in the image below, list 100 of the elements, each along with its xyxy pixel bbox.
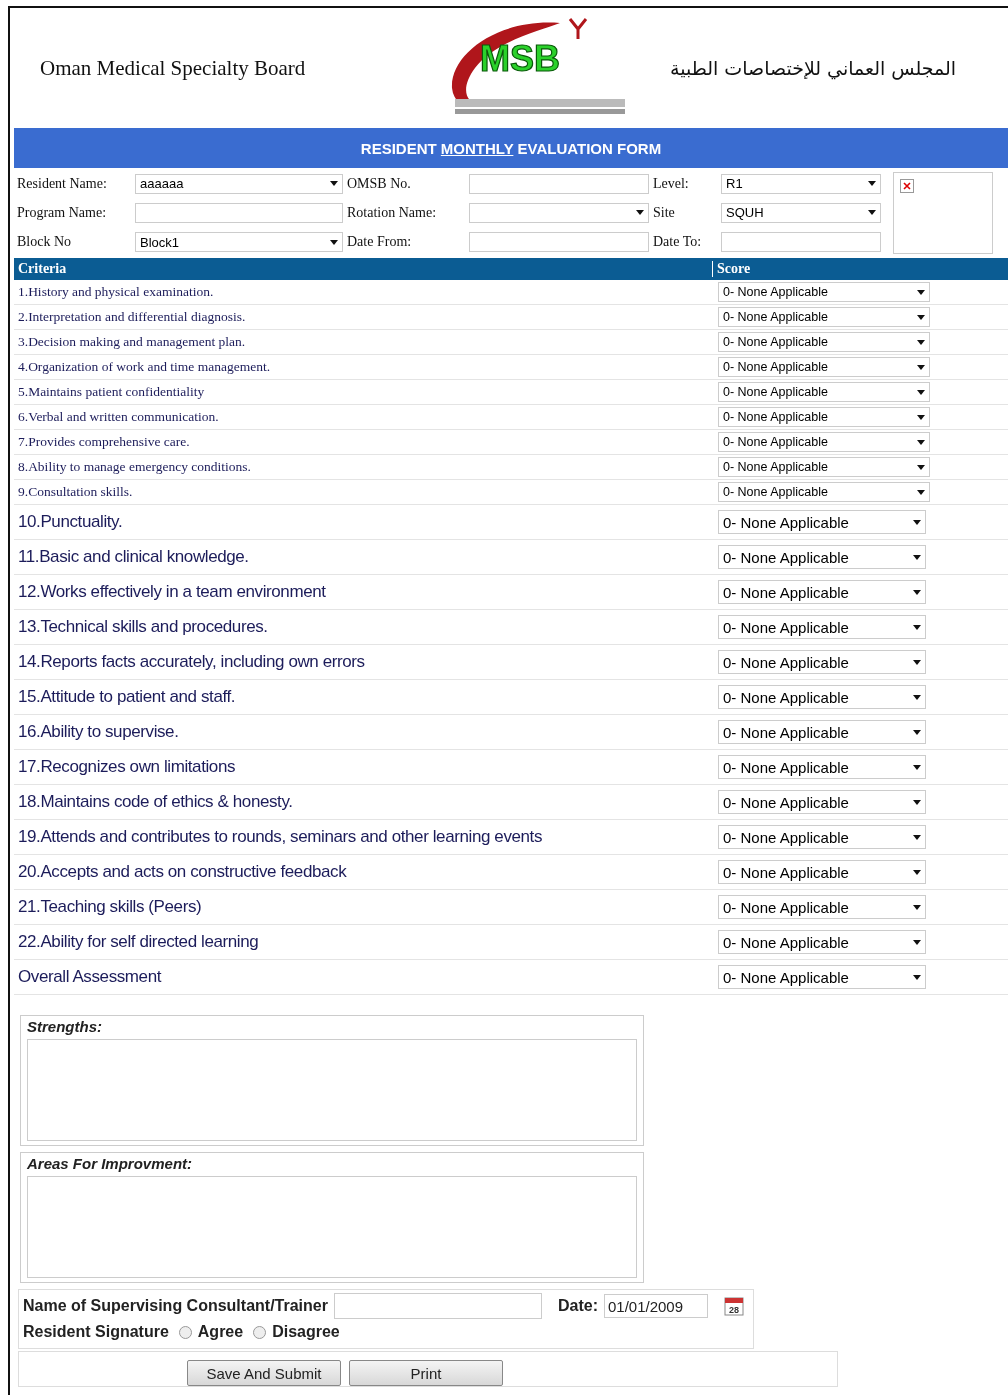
dropdown-arrow-icon — [917, 389, 925, 395]
score-dropdown[interactable]: 0- None Applicable — [718, 755, 926, 779]
text-field[interactable] — [469, 232, 649, 253]
score-dropdown[interactable]: 0- None Applicable — [718, 965, 926, 989]
criterion-text: 5.Maintains patient confidentiality — [17, 384, 206, 400]
dropdown-arrow-icon — [636, 210, 644, 216]
calendar-icon[interactable]: 28 — [723, 1296, 744, 1316]
field-label: Resident Name: — [17, 175, 108, 192]
text-field[interactable] — [469, 173, 649, 194]
dropdown-arrow-icon — [917, 339, 925, 345]
score-dropdown[interactable]: 0- None Applicable — [718, 332, 930, 352]
dropdown-arrow-icon — [917, 464, 925, 470]
dropdown-arrow-icon — [913, 904, 921, 910]
criterion-text: 3.Decision making and management plan. — [17, 334, 247, 350]
criterion-text: 18.Maintains code of ethics & honesty. — [17, 792, 294, 812]
supervisor-label: Name of Supervising Consultant/Trainer — [23, 1297, 328, 1315]
criterion-text: 21.Teaching skills (Peers) — [17, 897, 203, 917]
score-dropdown[interactable]: 0- None Applicable — [718, 482, 930, 502]
score-dropdown[interactable]: 0- None Applicable — [718, 685, 926, 709]
dropdown-arrow-icon — [917, 314, 925, 320]
field-label: Program Name: — [17, 205, 108, 221]
comment-label: Areas For Improvment: — [27, 1155, 193, 1172]
dropdown-arrow-icon — [913, 694, 921, 700]
score-dropdown[interactable]: 0- None Applicable — [718, 357, 930, 377]
comment-label: Strengths: — [27, 1018, 102, 1035]
criterion-text: 1.History and physical examination. — [17, 284, 215, 300]
text-field[interactable] — [135, 203, 343, 223]
dropdown[interactable]: Block1 — [135, 232, 343, 253]
dropdown-arrow-icon — [913, 659, 921, 665]
dropdown-arrow-icon — [330, 239, 338, 245]
criterion-text: 22.Ability for self directed learning — [17, 932, 260, 952]
text-field[interactable] — [721, 232, 881, 253]
score-dropdown[interactable]: 0- None Applicable — [718, 457, 930, 477]
form-button[interactable]: Print — [349, 1360, 503, 1386]
criterion-text: 6.Verbal and written communication. — [17, 409, 220, 425]
dropdown-arrow-icon — [917, 289, 925, 295]
criterion-text: 16.Ability to supervise. — [17, 722, 180, 742]
score-dropdown[interactable]: 0- None Applicable — [718, 580, 926, 604]
score-dropdown[interactable]: 0- None Applicable — [718, 545, 926, 569]
field-label: Site — [653, 205, 676, 221]
broken-image-icon — [900, 179, 914, 193]
score-dropdown[interactable]: 0- None Applicable — [718, 510, 926, 534]
score-dropdown[interactable]: 0- None Applicable — [718, 615, 926, 639]
score-dropdown[interactable]: 0- None Applicable — [718, 930, 926, 954]
dropdown-arrow-icon — [330, 181, 338, 187]
dropdown-arrow-icon — [913, 939, 921, 945]
score-dropdown[interactable]: 0- None Applicable — [718, 407, 930, 427]
dropdown[interactable]: SQUH — [721, 203, 881, 223]
dropdown-arrow-icon — [917, 439, 925, 445]
criterion-text: 20.Accepts and acts on constructive feedback — [17, 862, 348, 882]
supervisor-name-field[interactable] — [333, 1293, 542, 1319]
criterion-text: 10.Punctuality. — [17, 512, 124, 532]
date-field[interactable]: 01/01/2009 — [603, 1294, 708, 1318]
comment-textarea[interactable] — [27, 1176, 637, 1278]
field-label: OMSB No. — [347, 175, 412, 192]
dropdown-arrow-icon — [913, 799, 921, 805]
score-dropdown[interactable]: 0- None Applicable — [718, 825, 926, 849]
score-dropdown[interactable]: 0- None Applicable — [718, 382, 930, 402]
criterion-text: 9.Consultation skills. — [17, 484, 134, 500]
criterion-text: 17.Recognizes own limitations — [17, 757, 237, 777]
form-button[interactable]: Save And Submit — [187, 1360, 341, 1386]
radio-label: Disagree — [272, 1323, 340, 1341]
field-label: Date From: — [347, 234, 413, 251]
dropdown[interactable] — [469, 203, 649, 223]
dropdown-arrow-icon — [917, 489, 925, 495]
board-name-arabic: المجلس العماني للإختصاصات الطبية — [670, 57, 957, 79]
dropdown-arrow-icon — [868, 210, 876, 216]
criterion-text: 8.Ability to manage emergency conditions. — [17, 459, 252, 475]
score-dropdown[interactable]: 0- None Applicable — [718, 650, 926, 674]
dropdown-arrow-icon — [913, 589, 921, 595]
dropdown-arrow-icon — [913, 764, 921, 770]
criterion-text: 2.Interpretation and differential diagnosis. — [17, 309, 247, 325]
score-dropdown[interactable]: 0- None Applicable — [718, 720, 926, 744]
score-dropdown[interactable]: 0- None Applicable — [718, 895, 926, 919]
criterion-text: 15.Attitude to patient and staff. — [17, 687, 237, 707]
score-dropdown[interactable]: 0- None Applicable — [718, 282, 930, 302]
score-dropdown[interactable]: 0- None Applicable — [718, 307, 930, 327]
dropdown-arrow-icon — [913, 869, 921, 875]
score-dropdown[interactable]: 0- None Applicable — [718, 432, 930, 452]
board-name: Oman Medical Specialty Board — [40, 55, 307, 81]
field-label: Block No — [17, 234, 73, 251]
score-dropdown[interactable]: 0- None Applicable — [718, 860, 926, 884]
radio-button[interactable] — [178, 1325, 192, 1339]
column-header: Criteria — [14, 261, 713, 277]
dropdown[interactable]: aaaaaa — [135, 173, 343, 194]
dropdown[interactable]: R1 — [721, 173, 881, 194]
radio-button[interactable] — [253, 1325, 267, 1339]
signature-label: Resident Signature — [23, 1323, 169, 1341]
criterion-text: 14.Reports facts accurately, including own errors — [17, 652, 366, 672]
comment-textarea[interactable] — [27, 1039, 637, 1141]
dropdown-arrow-icon — [913, 729, 921, 735]
criterion-text: 12.Works effectively in a team environment — [17, 582, 327, 602]
dropdown-arrow-icon — [913, 554, 921, 560]
criterion-text: 11.Basic and clinical knowledge. — [17, 547, 250, 567]
field-label: Date To: — [653, 234, 703, 251]
criterion-text: 13.Technical skills and procedures. — [17, 617, 269, 637]
dropdown-arrow-icon — [913, 624, 921, 630]
column-header: Score — [716, 261, 751, 277]
field-label: Rotation Name: — [347, 205, 438, 221]
score-dropdown[interactable]: 0- None Applicable — [718, 790, 926, 814]
